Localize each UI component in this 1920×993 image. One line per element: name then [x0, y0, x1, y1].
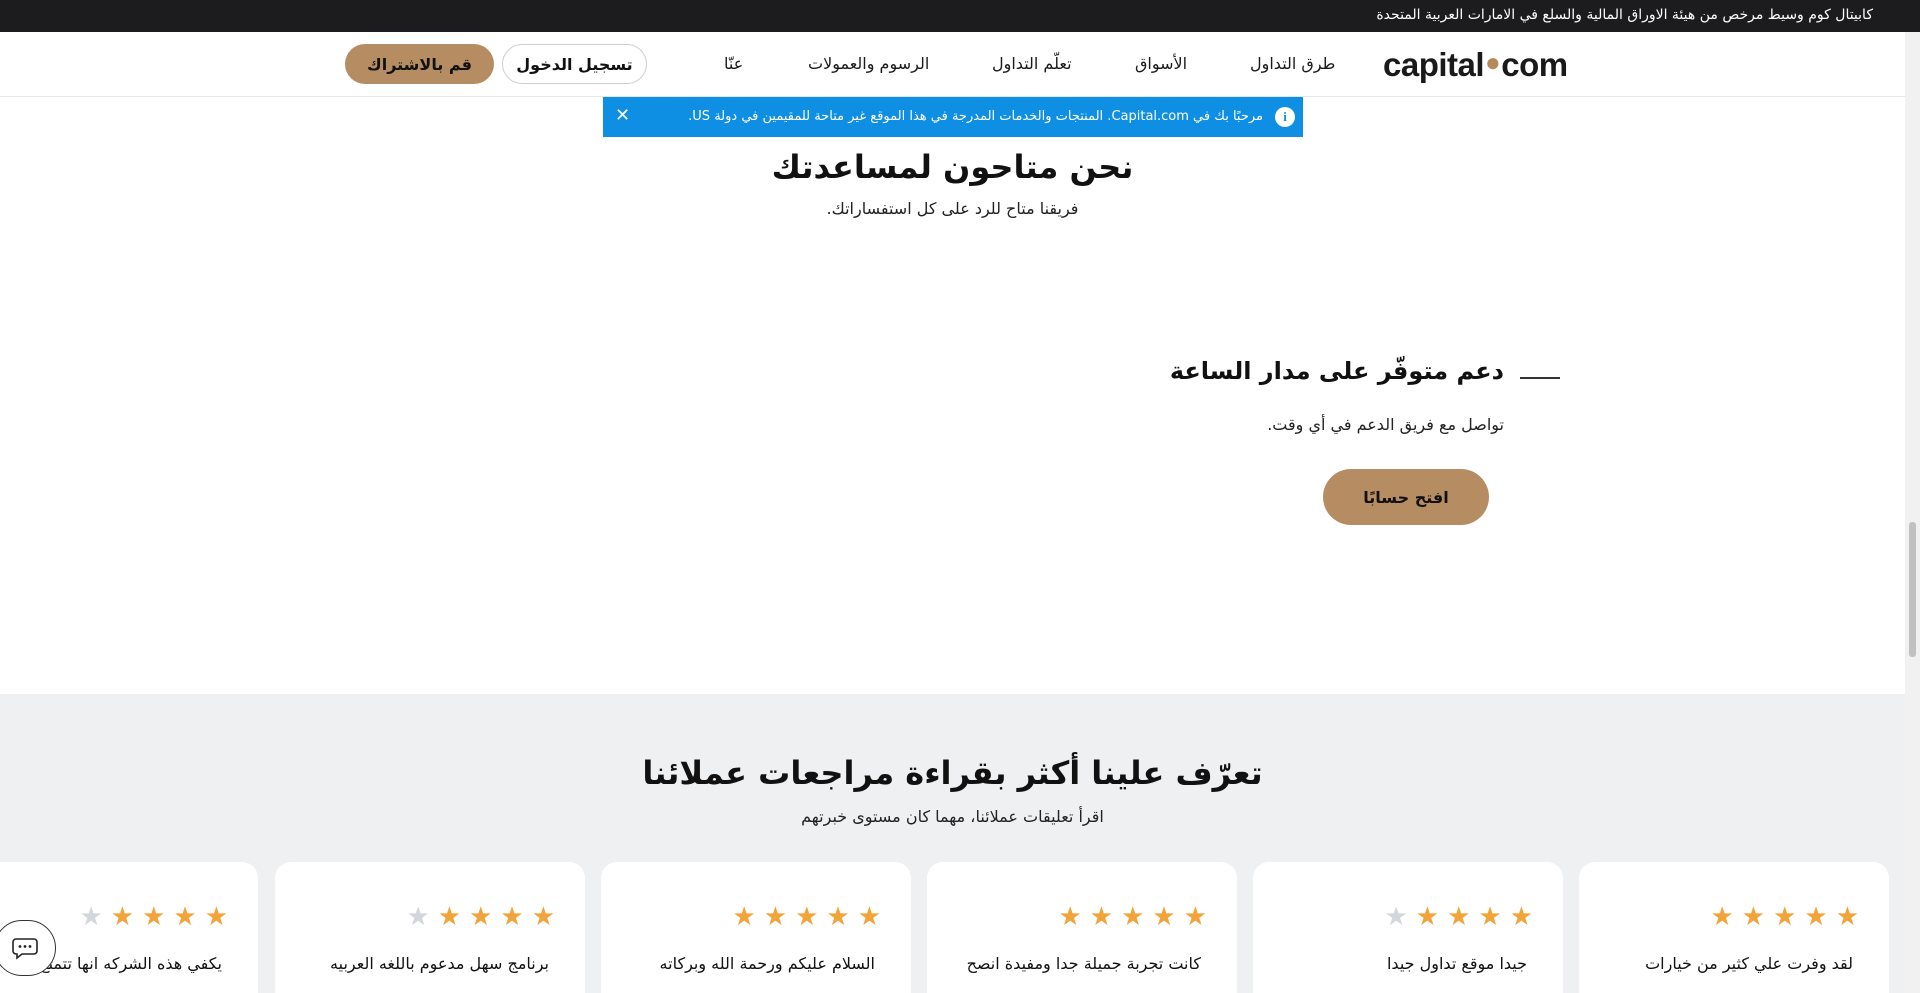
star-icon: ★	[795, 902, 819, 932]
review-card: ★ ★ ★ ★ ★ جيدا موقع تداول جيدا	[1253, 862, 1563, 993]
star-icon: ★	[1835, 902, 1859, 932]
star-icon: ★	[110, 902, 135, 932]
star-icon: ★	[79, 902, 103, 932]
star-icon: ★	[826, 902, 850, 932]
star-rating: ★ ★ ★ ★ ★	[1384, 904, 1533, 930]
nav-markets[interactable]: الأسواق	[1135, 54, 1187, 73]
star-icon: ★	[1415, 902, 1440, 932]
star-icon: ★	[1509, 902, 1533, 932]
section-dash-divider	[1520, 377, 1560, 379]
scrollbar-thumb[interactable]	[1909, 522, 1916, 657]
chat-button[interactable]	[0, 920, 56, 976]
star-icon: ★	[1121, 902, 1145, 932]
review-card: ★ ★ ★ ★ ★ كانت تجربة جميلة جدا ومفيدة انصح	[927, 862, 1237, 993]
star-icon: ★	[1447, 902, 1471, 932]
hero-title: نحن متاحون لمساعدتك	[771, 148, 1134, 186]
review-card: ★ ★ ★ ★ ★ السلام عليكم ورحمة الله وبركاته	[601, 862, 911, 993]
notice-text: مرحبًا بك في Capital.com. المنتجات والخد…	[688, 109, 1263, 124]
star-icon: ★	[857, 902, 881, 932]
reviews-subtitle: اقرأ تعليقات عملائنا، مهما كان مستوى خبر…	[801, 807, 1104, 826]
star-rating: ★ ★ ★ ★ ★	[732, 904, 881, 930]
nav-about[interactable]: عنّا	[724, 54, 743, 73]
star-icon: ★	[469, 902, 493, 932]
star-icon: ★	[142, 902, 166, 932]
star-icon: ★	[204, 902, 228, 932]
close-icon[interactable]: ✕	[615, 106, 630, 126]
star-icon: ★	[1089, 902, 1114, 932]
support-subtitle: تواصل مع فريق الدعم في أي وقت.	[1267, 415, 1504, 434]
us-residency-notice: i مرحبًا بك في Capital.com. المنتجات وال…	[603, 97, 1303, 137]
star-icon: ★	[406, 902, 430, 932]
star-icon: ★	[1058, 902, 1082, 932]
star-rating: ★ ★ ★ ★ ★	[1058, 904, 1207, 930]
review-card: ★ ★ ★ ★ ★ لقد وفرت علي كثير من خيارات	[1579, 862, 1889, 993]
hero-subtitle: فريقنا متاح للرد على كل استفساراتك.	[826, 199, 1079, 218]
star-icon: ★	[500, 902, 524, 932]
page-scrollbar[interactable]	[1905, 32, 1920, 993]
star-icon: ★	[1773, 902, 1797, 932]
login-button[interactable]: تسجيل الدخول	[502, 44, 647, 84]
star-icon: ★	[531, 902, 555, 932]
site-header: capital●com طرق التداول الأسواق تعلّم ال…	[0, 32, 1905, 97]
nav-learn-trading[interactable]: تعلّم التداول	[992, 54, 1072, 73]
nav-fees[interactable]: الرسوم والعمولات	[808, 54, 929, 73]
review-text: كانت تجربة جميلة جدا ومفيدة انصح	[966, 954, 1201, 973]
nav-trading-ways[interactable]: طرق التداول	[1250, 54, 1335, 73]
review-text: لقد وفرت علي كثير من خيارات	[1645, 954, 1853, 973]
regulatory-topbar: كابيتال كوم وسيط مرخص من هيئة الاوراق ال…	[0, 0, 1920, 32]
review-text: السلام عليكم ورحمة الله وبركاته	[659, 954, 875, 973]
star-icon: ★	[1384, 902, 1408, 932]
review-text: جيدا موقع تداول جيدا	[1386, 954, 1527, 973]
star-icon: ★	[1741, 902, 1766, 932]
star-icon: ★	[1478, 902, 1502, 932]
star-icon: ★	[763, 902, 788, 932]
star-icon: ★	[173, 902, 197, 932]
star-icon: ★	[1152, 902, 1176, 932]
capital-com-logo[interactable]: capital●com	[1383, 46, 1568, 84]
reviews-title: تعرّف علينا أكثر بقراءة مراجعات عملائنا	[642, 754, 1263, 792]
support-title: دعم متوفّر على مدار الساعة	[1169, 357, 1504, 385]
star-icon: ★	[1710, 902, 1734, 932]
star-rating: ★ ★ ★ ★ ★	[79, 904, 228, 930]
star-icon: ★	[1804, 902, 1828, 932]
review-card: ★ ★ ★ ★ ★ برنامج سهل مدعوم باللغه العربيه	[275, 862, 585, 993]
star-icon: ★	[1183, 902, 1207, 932]
chat-bubble-icon	[12, 938, 38, 960]
review-text: برنامج سهل مدعوم باللغه العربيه	[330, 954, 549, 973]
review-text: يكفي هذه الشركه انها تتمتع	[40, 954, 222, 973]
star-icon: ★	[437, 902, 462, 932]
star-icon: ★	[732, 902, 756, 932]
star-rating: ★ ★ ★ ★ ★	[406, 904, 555, 930]
info-icon: i	[1275, 107, 1295, 127]
reviews-section: تعرّف علينا أكثر بقراءة مراجعات عملائنا …	[0, 694, 1905, 993]
open-account-button[interactable]: افتح حسابًا	[1323, 469, 1489, 525]
star-rating: ★ ★ ★ ★ ★	[1710, 904, 1859, 930]
regulatory-message: كابيتال كوم وسيط مرخص من هيئة الاوراق ال…	[1376, 7, 1873, 23]
signup-button[interactable]: قم بالاشتراك	[345, 44, 494, 84]
